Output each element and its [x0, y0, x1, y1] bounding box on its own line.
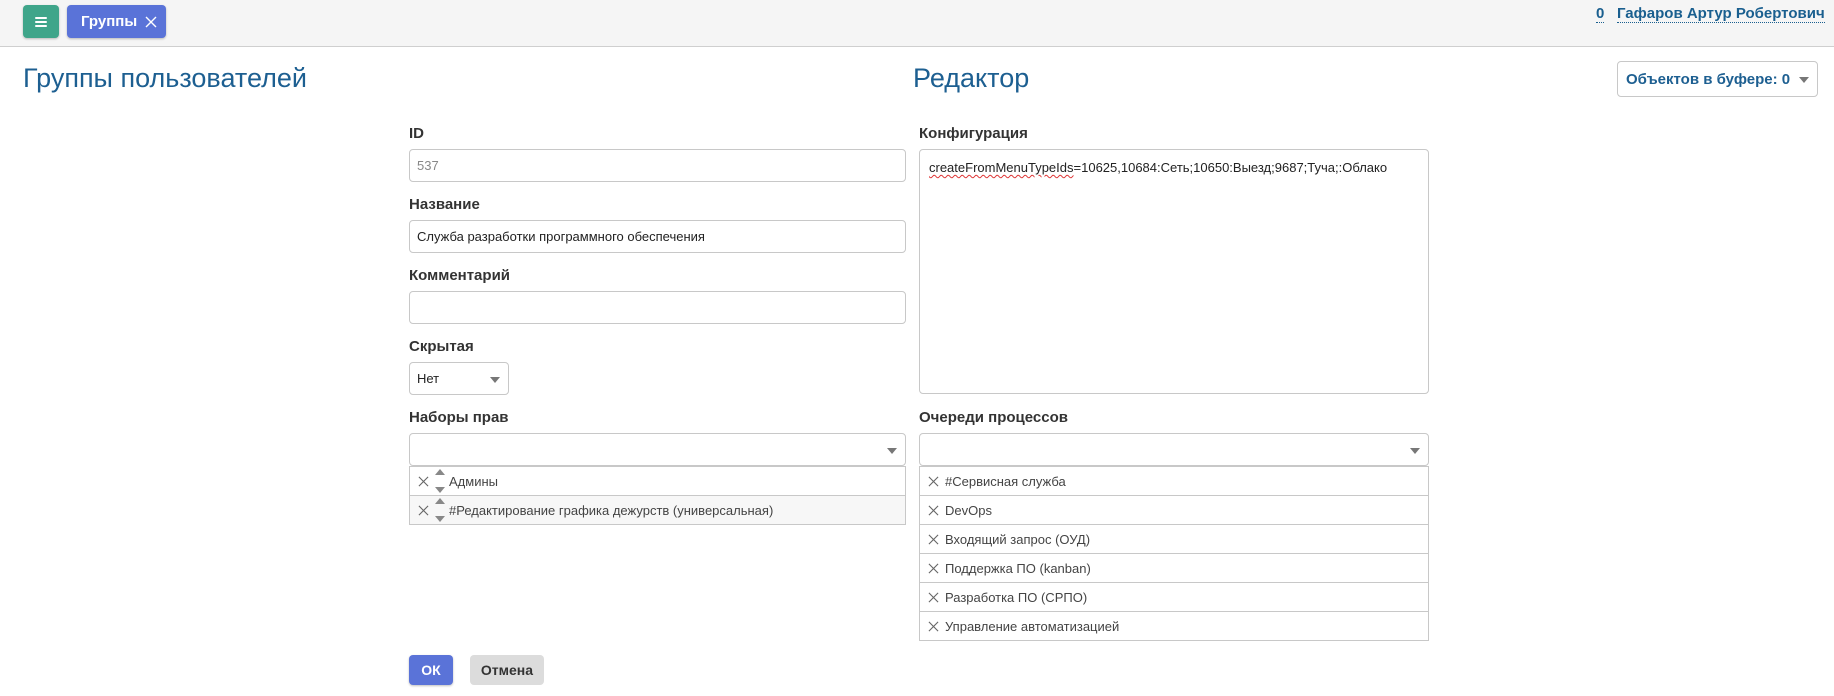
list-item: Админы: [409, 467, 906, 496]
hidden-select[interactable]: Нет: [409, 362, 509, 395]
hidden-label: Скрытая: [409, 338, 474, 355]
remove-icon[interactable]: [928, 505, 939, 516]
list-item-label: #Редактирование графика дежурств (универ…: [449, 502, 774, 518]
permsets-list: Админы #Редактирование графика дежурств …: [409, 466, 906, 525]
comment-label: Комментарий: [409, 267, 511, 284]
config-value: =10625,10684:Сеть;10650:Выезд;9687;Туча;…: [1073, 160, 1388, 175]
list-item-label: DevOps: [945, 502, 992, 518]
config-textarea[interactable]: createFromMenuTypeIds=10625,10684:Сеть;1…: [919, 149, 1429, 394]
config-key: createFromMenuTypeIds: [929, 160, 1074, 175]
close-icon[interactable]: [145, 16, 157, 28]
remove-icon[interactable]: [418, 505, 429, 516]
list-item-label: #Сервисная служба: [945, 473, 1066, 489]
list-item-label: Разработка ПО (СРПО): [945, 589, 1088, 605]
user-counter[interactable]: 0: [1596, 5, 1605, 23]
list-item: Поддержка ПО (kanban): [919, 554, 1429, 583]
list-item: #Редактирование графика дежурств (универ…: [409, 496, 906, 525]
cancel-button[interactable]: Отмена: [470, 655, 544, 685]
menu-button[interactable]: [23, 5, 59, 38]
comment-field[interactable]: [409, 291, 906, 324]
name-field[interactable]: Служба разработки программного обеспечен…: [409, 220, 906, 253]
reorder-arrows-icon[interactable]: [435, 497, 445, 523]
list-item-label: Поддержка ПО (kanban): [945, 560, 1091, 576]
tab-groups[interactable]: Группы: [67, 5, 166, 38]
permsets-label: Наборы прав: [409, 409, 509, 426]
remove-icon[interactable]: [928, 621, 939, 632]
queues-list: #Сервисная служба DevOps Входящий запрос…: [919, 466, 1429, 641]
list-item: #Сервисная служба: [919, 467, 1429, 496]
chevron-down-icon: [490, 377, 500, 383]
queues-label: Очереди процессов: [919, 409, 1068, 426]
remove-icon[interactable]: [928, 592, 939, 603]
remove-icon[interactable]: [928, 563, 939, 574]
ok-button[interactable]: ОК: [409, 655, 453, 685]
hamburger-icon: [35, 16, 47, 27]
editor-title: Редактор: [913, 63, 1030, 93]
queues-select[interactable]: [919, 433, 1429, 466]
list-item-label: Управление автоматизацией: [945, 618, 1120, 634]
list-item: Управление автоматизацией: [919, 612, 1429, 641]
list-item: DevOps: [919, 496, 1429, 525]
user-name-link[interactable]: Гафаров Артур Робертович: [1617, 5, 1825, 23]
reorder-arrows-icon[interactable]: [435, 468, 445, 494]
name-label: Название: [409, 196, 480, 213]
list-item-label: Админы: [449, 473, 498, 489]
remove-icon[interactable]: [928, 534, 939, 545]
remove-icon[interactable]: [928, 476, 939, 487]
config-label: Конфигурация: [919, 125, 1028, 142]
id-label: ID: [409, 125, 424, 142]
page-title: Группы пользователей: [23, 63, 307, 93]
permsets-select[interactable]: [409, 433, 906, 466]
chevron-down-icon: [1410, 448, 1420, 454]
list-item: Разработка ПО (СРПО): [919, 583, 1429, 612]
id-field[interactable]: 537: [409, 149, 906, 182]
list-item: Входящий запрос (ОУД): [919, 525, 1429, 554]
chevron-down-icon: [1799, 77, 1809, 83]
top-bar: Группы 0 Гафаров Артур Робертович: [0, 0, 1834, 47]
buffer-label: Объектов в буфере: 0: [1626, 70, 1791, 88]
chevron-down-icon: [887, 448, 897, 454]
buffer-dropdown[interactable]: Объектов в буфере: 0: [1617, 61, 1818, 97]
list-item-label: Входящий запрос (ОУД): [945, 531, 1091, 547]
tab-label: Группы: [81, 13, 138, 30]
hidden-select-value: Нет: [417, 371, 440, 386]
remove-icon[interactable]: [418, 476, 429, 487]
